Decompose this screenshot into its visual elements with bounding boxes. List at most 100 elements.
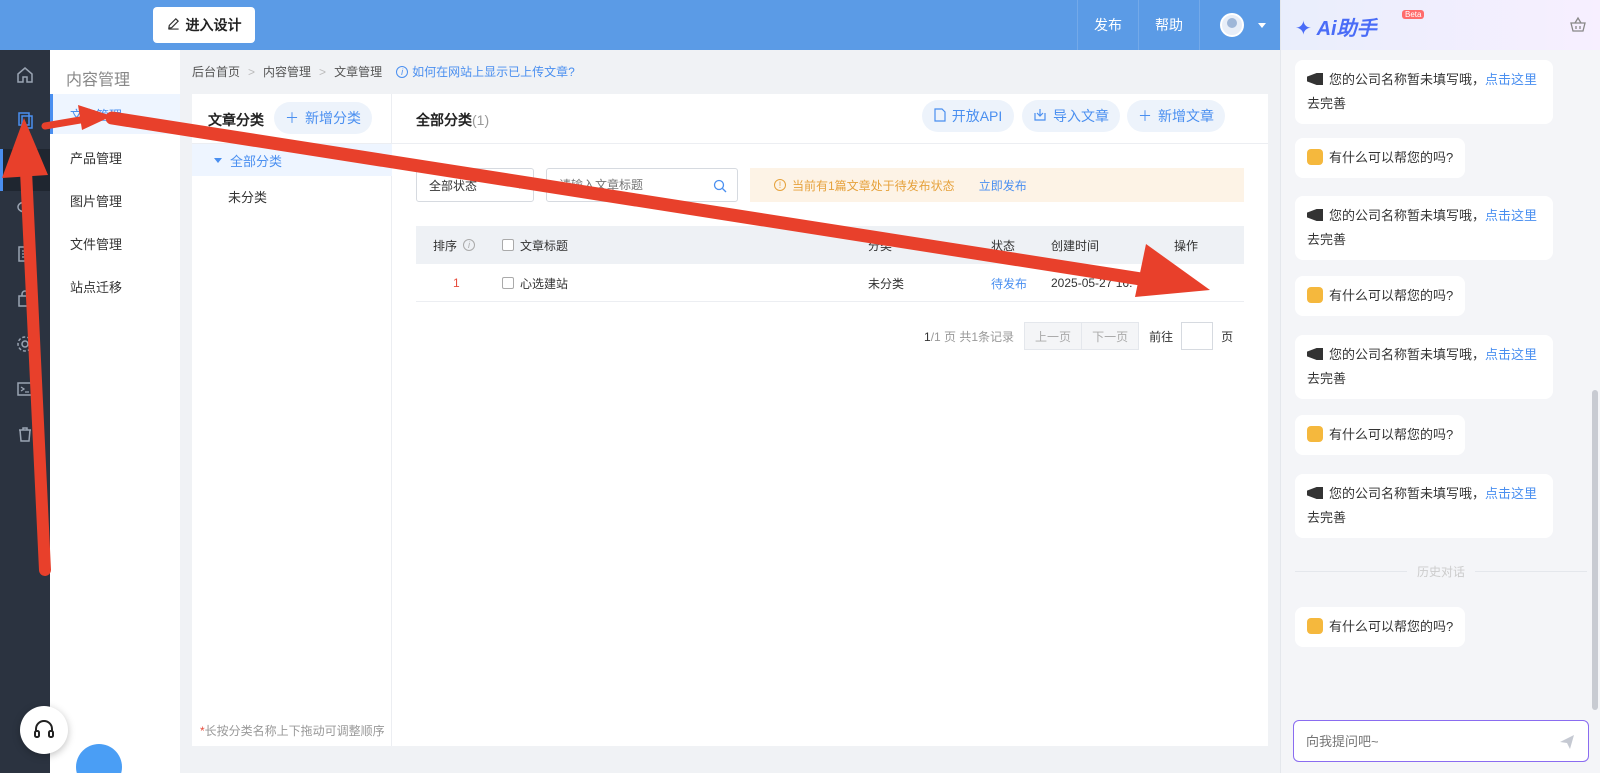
header-category: 分类 — [868, 238, 893, 253]
caret-down-icon — [214, 157, 222, 163]
message-text: 您的公司名称暂未填写哦， — [1329, 208, 1486, 223]
edit-icon — [1174, 275, 1188, 292]
header-order: 排序 i — [433, 226, 476, 264]
pagination: 1/1 页 共1条记录 上一页 下一页 前往 页 — [924, 322, 1233, 350]
publish-button[interactable]: 发布 — [1077, 0, 1138, 50]
breadcrumb-separator-icon: > — [319, 64, 327, 79]
ai-title: Ai助手 — [1316, 18, 1377, 40]
rail-active-highlight — [0, 149, 50, 191]
search-field[interactable] — [546, 168, 738, 202]
ai-question-input[interactable] — [1306, 733, 1546, 749]
import-article-label: 导入文章 — [1053, 108, 1109, 124]
category-all-label: 全部分类 — [230, 153, 283, 169]
status-select[interactable]: 全部状态 — [416, 168, 534, 202]
search-input[interactable] — [559, 178, 709, 192]
page-title-count: (1) — [472, 112, 490, 128]
enter-design-label: 进入设计 — [185, 17, 242, 33]
megaphone-icon — [1307, 348, 1323, 360]
category-all[interactable]: 全部分类 — [192, 144, 392, 176]
customer-support-button[interactable] — [20, 706, 68, 754]
chat-icon[interactable] — [15, 198, 35, 218]
complete-info-link[interactable]: 点击这里 — [1485, 347, 1537, 362]
home-icon[interactable] — [15, 65, 35, 85]
message-text: 您的公司名称暂未填写哦， — [1329, 486, 1486, 501]
user-menu[interactable] — [1199, 0, 1280, 50]
header-title: 文章标题 — [502, 226, 568, 264]
sidebar-item-articles[interactable]: 文章管理 — [50, 94, 180, 134]
ai-input-box[interactable] — [1293, 720, 1589, 762]
complete-info-link[interactable]: 点击这里 — [1485, 208, 1537, 223]
megaphone-icon — [1307, 209, 1323, 221]
pending-notice: ! 当前有1篇文章处于待发布状态 立即发布 — [750, 168, 1244, 202]
content-icon[interactable] — [15, 110, 35, 130]
avatar[interactable] — [1220, 13, 1244, 37]
publish-now-link[interactable]: 立即发布 — [979, 177, 1027, 194]
sidebar-item-site-migration[interactable]: 站点迁移 — [50, 266, 180, 306]
row-title: 心选建站 — [502, 264, 568, 302]
breadcrumb: 后台首页 > 内容管理 > 文章管理 i 如何在网站上显示已上传文章? — [192, 63, 575, 80]
prev-page-button[interactable]: 上一页 — [1024, 322, 1083, 350]
top-bar: 进入设计 发布 帮助 — [0, 0, 1280, 50]
chat-scrollbar[interactable] — [1592, 390, 1598, 710]
header-status: 状态 — [991, 238, 1016, 253]
select-all-checkbox[interactable] — [502, 239, 514, 251]
message-text: 您的公司名称暂未填写哦， — [1329, 347, 1486, 362]
row-checkbox[interactable] — [502, 277, 514, 289]
next-page-button[interactable]: 下一页 — [1082, 322, 1140, 350]
send-icon[interactable] — [1558, 733, 1576, 751]
trash-icon[interactable] — [15, 424, 35, 444]
message-text: 有什么可以帮您的吗? — [1329, 288, 1454, 303]
category-pane: 文章分类 ＋ 新增分类 全部分类 未分类 *长按分类名称上下拖动可调整顺序 — [192, 94, 392, 746]
pager-info: 1/1 页 共1条记录 — [924, 328, 1014, 345]
basket-icon[interactable] — [1569, 16, 1587, 34]
headset-icon — [34, 720, 54, 738]
category-title: 文章分类 — [208, 112, 264, 128]
message-text: 有什么可以帮您的吗? — [1329, 619, 1454, 634]
add-category-button[interactable]: ＋ 新增分类 — [274, 102, 372, 134]
ai-logo: ✦ Ai助手 — [1295, 12, 1377, 41]
sidebar-item-products[interactable]: 产品管理 — [50, 137, 180, 177]
complete-info-link[interactable]: 点击这里 — [1485, 72, 1537, 87]
terminal-icon[interactable] — [15, 379, 35, 399]
ai-header: ✦ Ai助手 Beta — [1281, 0, 1600, 50]
breadcrumb-separator-icon: > — [248, 64, 256, 79]
chevron-down-icon — [1258, 22, 1266, 28]
warning-icon: ! — [774, 179, 786, 191]
breadcrumb-content[interactable]: 内容管理 — [263, 63, 311, 80]
ai-message: 您的公司名称暂未填写哦，点击这里 去完善 — [1295, 474, 1553, 538]
ai-message: 有什么可以帮您的吗? — [1295, 276, 1466, 316]
history-divider: 历史对话 — [1295, 563, 1588, 580]
plus-icon: ＋ — [285, 110, 299, 126]
row-category: 未分类 — [868, 276, 905, 291]
gear-icon[interactable] — [15, 334, 35, 354]
import-article-button[interactable]: 导入文章 — [1022, 100, 1120, 132]
sidebar-item-images[interactable]: 图片管理 — [50, 180, 180, 220]
search-icon[interactable] — [713, 179, 727, 193]
row-title-label: 心选建站 — [520, 276, 569, 291]
waving-hand-icon — [1307, 618, 1323, 634]
goto-label: 前往 — [1149, 329, 1174, 344]
history-label: 历史对话 — [1417, 565, 1466, 579]
document-icon[interactable] — [15, 244, 35, 264]
icon-rail — [0, 50, 50, 773]
ai-message: 您的公司名称暂未填写哦，点击这里 去完善 — [1295, 60, 1553, 124]
bag-icon[interactable] — [15, 289, 35, 309]
message-text: 您的公司名称暂未填写哦， — [1329, 72, 1486, 87]
category-hint: *长按分类名称上下拖动可调整顺序 — [200, 722, 385, 739]
breadcrumb-articles: 文章管理 — [334, 65, 383, 79]
header-actions: 操作 — [1174, 238, 1199, 253]
page-suffix: 页 — [1221, 329, 1234, 344]
goto-page-input[interactable] — [1181, 322, 1214, 350]
breadcrumb-home[interactable]: 后台首页 — [192, 63, 240, 80]
row-edit-button[interactable] — [1174, 264, 1188, 302]
open-api-button[interactable]: 开放API — [922, 100, 1014, 132]
sidebar-item-files[interactable]: 文件管理 — [50, 223, 180, 263]
category-uncategorized[interactable]: 未分类 — [228, 187, 267, 206]
edit-icon — [167, 17, 180, 33]
new-article-button[interactable]: ＋ 新增文章 — [1127, 100, 1225, 132]
help-link[interactable]: i 如何在网站上显示已上传文章? — [396, 63, 575, 80]
complete-info-link[interactable]: 点击这里 — [1485, 486, 1537, 501]
help-button[interactable]: 帮助 — [1138, 0, 1199, 50]
enter-design-button[interactable]: 进入设计 — [153, 7, 255, 43]
table-header: 排序 i 文章标题 分类 状态 创建时间 操作 — [416, 226, 1244, 264]
